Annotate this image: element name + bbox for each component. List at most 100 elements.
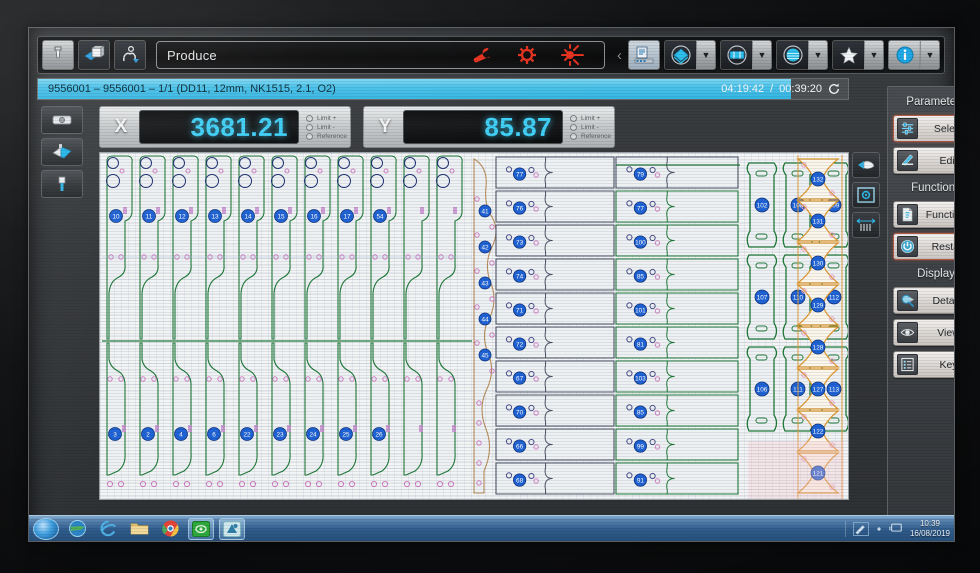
sliders-icon <box>897 118 918 139</box>
svg-text:130: 130 <box>813 261 824 268</box>
machine-screen: Produce ‹ ▼ ▼ ▼ ▼ ▼ 9556001 – 9556001 – … <box>28 27 955 542</box>
pencil-icon <box>897 150 918 171</box>
refresh-icon[interactable] <box>828 83 840 95</box>
mode-address-bar[interactable]: Produce <box>156 41 605 69</box>
y-limit-plus[interactable]: Limit + <box>570 114 611 122</box>
green-app-icon[interactable] <box>188 517 214 540</box>
pan-hand-icon[interactable] <box>852 152 880 178</box>
collapse-chevron-icon[interactable]: ‹ <box>617 47 622 64</box>
layers-icon[interactable] <box>664 40 696 70</box>
x-reference[interactable]: Reference <box>306 132 347 140</box>
svg-text:85: 85 <box>637 410 645 417</box>
group-title-parameters: Parameters <box>906 96 954 108</box>
job-info-text: 9556001 – 9556001 – 1/1 (DD11, 12mm, NK1… <box>48 83 336 95</box>
svg-text:45: 45 <box>481 353 489 360</box>
nest-icon[interactable] <box>720 40 752 70</box>
functions-button-label: Functions <box>925 208 955 221</box>
target-carat-icon[interactable]: ▼ <box>808 40 828 70</box>
svg-text:107: 107 <box>757 295 768 302</box>
svg-text:23: 23 <box>276 432 284 439</box>
x-limit-minus[interactable]: Limit - <box>306 123 347 131</box>
report-icon[interactable] <box>628 40 660 70</box>
x-limit-plus-label: Limit + <box>317 114 337 122</box>
details-button[interactable]: Details <box>893 287 955 314</box>
svg-text:10: 10 <box>112 214 120 221</box>
power-icon <box>897 236 918 257</box>
info-dropdown-group: ▼ <box>888 40 940 70</box>
probe-icon[interactable] <box>41 170 83 198</box>
restart-button[interactable]: Restart <box>893 233 954 260</box>
key-button-label: Key <box>939 358 954 371</box>
wrench-icon <box>473 47 491 63</box>
edit-button[interactable]: Edit <box>893 147 954 174</box>
svg-text:26: 26 <box>375 432 383 439</box>
select-button[interactable]: Select <box>893 115 955 142</box>
canvas-tool-rail <box>852 152 880 238</box>
chrome-icon[interactable] <box>157 518 183 540</box>
svg-text:132: 132 <box>813 177 824 184</box>
details-button-label: Details <box>932 294 955 307</box>
svg-text:66: 66 <box>516 444 524 451</box>
globe-icon[interactable] <box>64 518 90 540</box>
main-toolbar: Produce ‹ ▼ ▼ ▼ ▼ ▼ <box>37 36 945 74</box>
clock-time: 10:39 <box>919 518 940 528</box>
hand-gesture-icon[interactable] <box>114 40 146 70</box>
star-icon[interactable] <box>832 40 864 70</box>
target-icon[interactable] <box>776 40 808 70</box>
select-button-label: Select <box>933 122 955 135</box>
svg-text:11: 11 <box>146 214 153 221</box>
info-icon[interactable] <box>888 40 920 70</box>
svg-text:73: 73 <box>516 240 524 247</box>
nest-dropdown-group: ▼ <box>720 40 772 70</box>
application-body: 9556001 – 9556001 – 1/1 (DD11, 12mm, NK1… <box>37 78 954 541</box>
view-button[interactable]: View <box>893 319 954 346</box>
group-title-functions: Functions <box>911 182 955 194</box>
svg-text:42: 42 <box>481 245 489 252</box>
svg-text:68: 68 <box>516 478 524 485</box>
remaining-time: 00:39:20 <box>779 83 822 95</box>
material-layers-icon[interactable] <box>78 40 110 70</box>
cut-head-icon[interactable] <box>41 138 83 166</box>
y-limit-plus-label: Limit + <box>581 114 601 122</box>
camera-icon[interactable] <box>41 106 83 134</box>
svg-text:112: 112 <box>829 295 840 302</box>
start-orb[interactable] <box>33 517 59 540</box>
nesting-canvas[interactable]: 10 3 11 2 12 4 13 6 14 22 15 23 16 24 17 25 54 26 41 42 43 4… <box>99 152 849 500</box>
network-tray-icon[interactable] <box>889 522 903 535</box>
info-carat-icon[interactable]: ▼ <box>920 40 940 70</box>
x-reference-label: Reference <box>317 132 347 140</box>
group-title-display: Display <box>917 268 955 280</box>
layers-carat-icon[interactable]: ▼ <box>696 40 716 70</box>
measure-icon[interactable] <box>852 212 880 238</box>
nozzle-tool-icon[interactable] <box>42 40 74 70</box>
svg-text:14: 14 <box>244 214 252 221</box>
cnc-app-icon[interactable] <box>219 517 245 540</box>
svg-text:129: 129 <box>813 303 824 310</box>
laser-burst-icon <box>561 44 584 66</box>
svg-text:4: 4 <box>179 432 183 439</box>
y-reference[interactable]: Reference <box>570 132 611 140</box>
svg-text:103: 103 <box>635 376 646 383</box>
svg-text:2: 2 <box>146 432 150 439</box>
nest-carat-icon[interactable]: ▼ <box>752 40 772 70</box>
y-limit-minus[interactable]: Limit - <box>570 123 611 131</box>
internet-explorer-icon[interactable] <box>95 518 121 540</box>
pen-tray-icon[interactable] <box>853 521 869 536</box>
svg-text:44: 44 <box>481 317 489 324</box>
x-limit-plus[interactable]: Limit + <box>306 114 347 122</box>
key-button[interactable]: Key <box>893 351 954 378</box>
svg-text:22: 22 <box>243 432 251 439</box>
radio-dot-icon <box>306 132 313 140</box>
svg-text:67: 67 <box>516 376 524 383</box>
dot-tray-icon[interactable] <box>876 526 882 532</box>
document-icon <box>897 204 918 225</box>
favorites-dropdown-group: ▼ <box>832 40 884 70</box>
svg-text:85: 85 <box>637 274 645 281</box>
folder-explorer-icon[interactable] <box>126 518 152 540</box>
zoom-fit-icon[interactable] <box>852 182 880 208</box>
view-button-label: View <box>937 326 954 339</box>
svg-text:79: 79 <box>637 172 645 179</box>
functions-button[interactable]: Functions <box>893 201 955 228</box>
taskbar-clock[interactable]: 10:39 16/08/2019 <box>910 519 950 539</box>
star-carat-icon[interactable]: ▼ <box>864 40 884 70</box>
